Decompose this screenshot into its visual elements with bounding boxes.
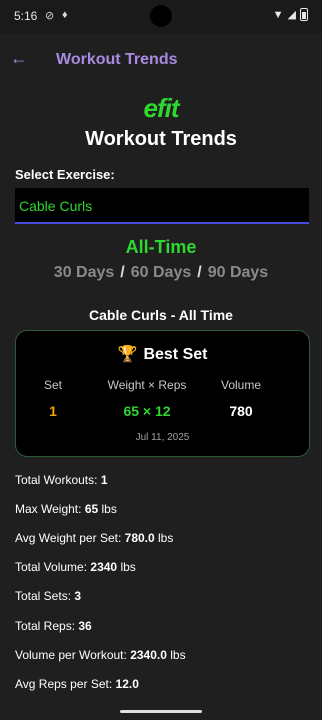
camera-cutout (150, 5, 172, 27)
value-weight-reps: 65 × 12 (123, 403, 171, 419)
gesture-nav-bar[interactable] (120, 710, 202, 713)
stat-total-sets: Total Sets: 3 (15, 589, 81, 603)
range-30-days[interactable]: 30 Days (54, 264, 115, 281)
stat-label: Avg Reps per Set: (15, 677, 113, 691)
best-set-date: Jul 11, 2025 (135, 432, 190, 443)
header-weight-reps: Weight × Reps (107, 378, 187, 392)
stat-label: Total Workouts: (15, 473, 98, 487)
arrow-left-icon[interactable]: ← (10, 48, 28, 69)
stat-unit: lbs (120, 560, 136, 574)
range-90-days[interactable]: 90 Days (208, 264, 269, 281)
battery-icon (300, 8, 308, 21)
range-all-time[interactable]: All-Time (0, 237, 322, 258)
stat-total-reps: Total Reps: 36 (15, 619, 92, 633)
select-exercise-label: Select Exercise: (15, 167, 115, 182)
stat-total-workouts: Total Workouts: 1 (15, 473, 108, 487)
range-separator: / (197, 264, 202, 281)
stat-label: Total Volume: (15, 560, 88, 574)
status-bar: 5:16 ⊘ ♦ ▼ ◢ (0, 0, 322, 34)
stat-volume-per-workout: Volume per Workout: 2340.0 lbs (15, 648, 186, 662)
app-logo: efit (143, 93, 180, 123)
stat-value: 1 (100, 473, 108, 487)
status-time: 5:16 (14, 9, 38, 23)
range-60-days[interactable]: 60 Days (131, 264, 192, 281)
stat-value: 2340.0 (130, 648, 167, 662)
wifi-icon: ▼ (272, 8, 284, 21)
range-separator: / (120, 264, 125, 281)
section-title: Cable Curls - All Time (89, 307, 233, 323)
best-set-title-text: Best Set (143, 346, 208, 363)
best-set-title: 🏆 Best Set (16, 344, 309, 364)
value-volume: 780 (229, 403, 253, 419)
stat-value: 3 (74, 589, 82, 603)
stat-label: Volume per Workout: (15, 648, 127, 662)
trophy-icon: 🏆 (117, 346, 138, 363)
stat-unit: lbs (158, 531, 174, 545)
app-bar-title: Workout Trends (56, 51, 178, 68)
value-set: 1 (49, 403, 57, 419)
best-set-card: 🏆 Best Set Set Weight × Reps Volume 1 65 … (15, 330, 310, 457)
header-set: Set (43, 378, 62, 392)
stat-avg-weight-per-set: Avg Weight per Set: 780.0 lbs (15, 531, 173, 545)
signal-icon: ◢ (287, 9, 296, 21)
stat-value: 780.0 (124, 531, 155, 545)
stat-value: 12.0 (115, 677, 139, 691)
stat-unit: lbs (170, 648, 186, 662)
stat-label: Total Sets: (15, 589, 72, 603)
stat-label: Total Reps: (15, 619, 76, 633)
app-bar: ← Workout Trends (0, 34, 322, 86)
exercise-select-value: Cable Curls (19, 198, 93, 214)
stat-value: 36 (78, 619, 92, 633)
stat-label: Max Weight: (15, 502, 82, 516)
stat-label: Avg Weight per Set: (15, 531, 122, 545)
stat-max-weight: Max Weight: 65 lbs (15, 502, 117, 516)
stat-avg-reps-per-set: Avg Reps per Set: 12.0 (15, 677, 139, 691)
stat-total-volume: Total Volume: 2340 lbs (15, 560, 136, 574)
dnd-icon: ⊘ (45, 10, 55, 22)
range-options: 30 Days / 60 Days / 90 Days (0, 264, 322, 282)
stat-unit: lbs (101, 502, 117, 516)
page-title: Workout Trends (85, 128, 237, 150)
exercise-select[interactable]: Cable Curls (15, 188, 309, 224)
vpn-icon: ♦ (62, 9, 68, 21)
stat-value: 65 (84, 502, 99, 516)
stat-value: 2340 (90, 560, 118, 574)
header-volume: Volume (220, 378, 262, 392)
status-icons: ▼ ◢ (273, 8, 308, 21)
